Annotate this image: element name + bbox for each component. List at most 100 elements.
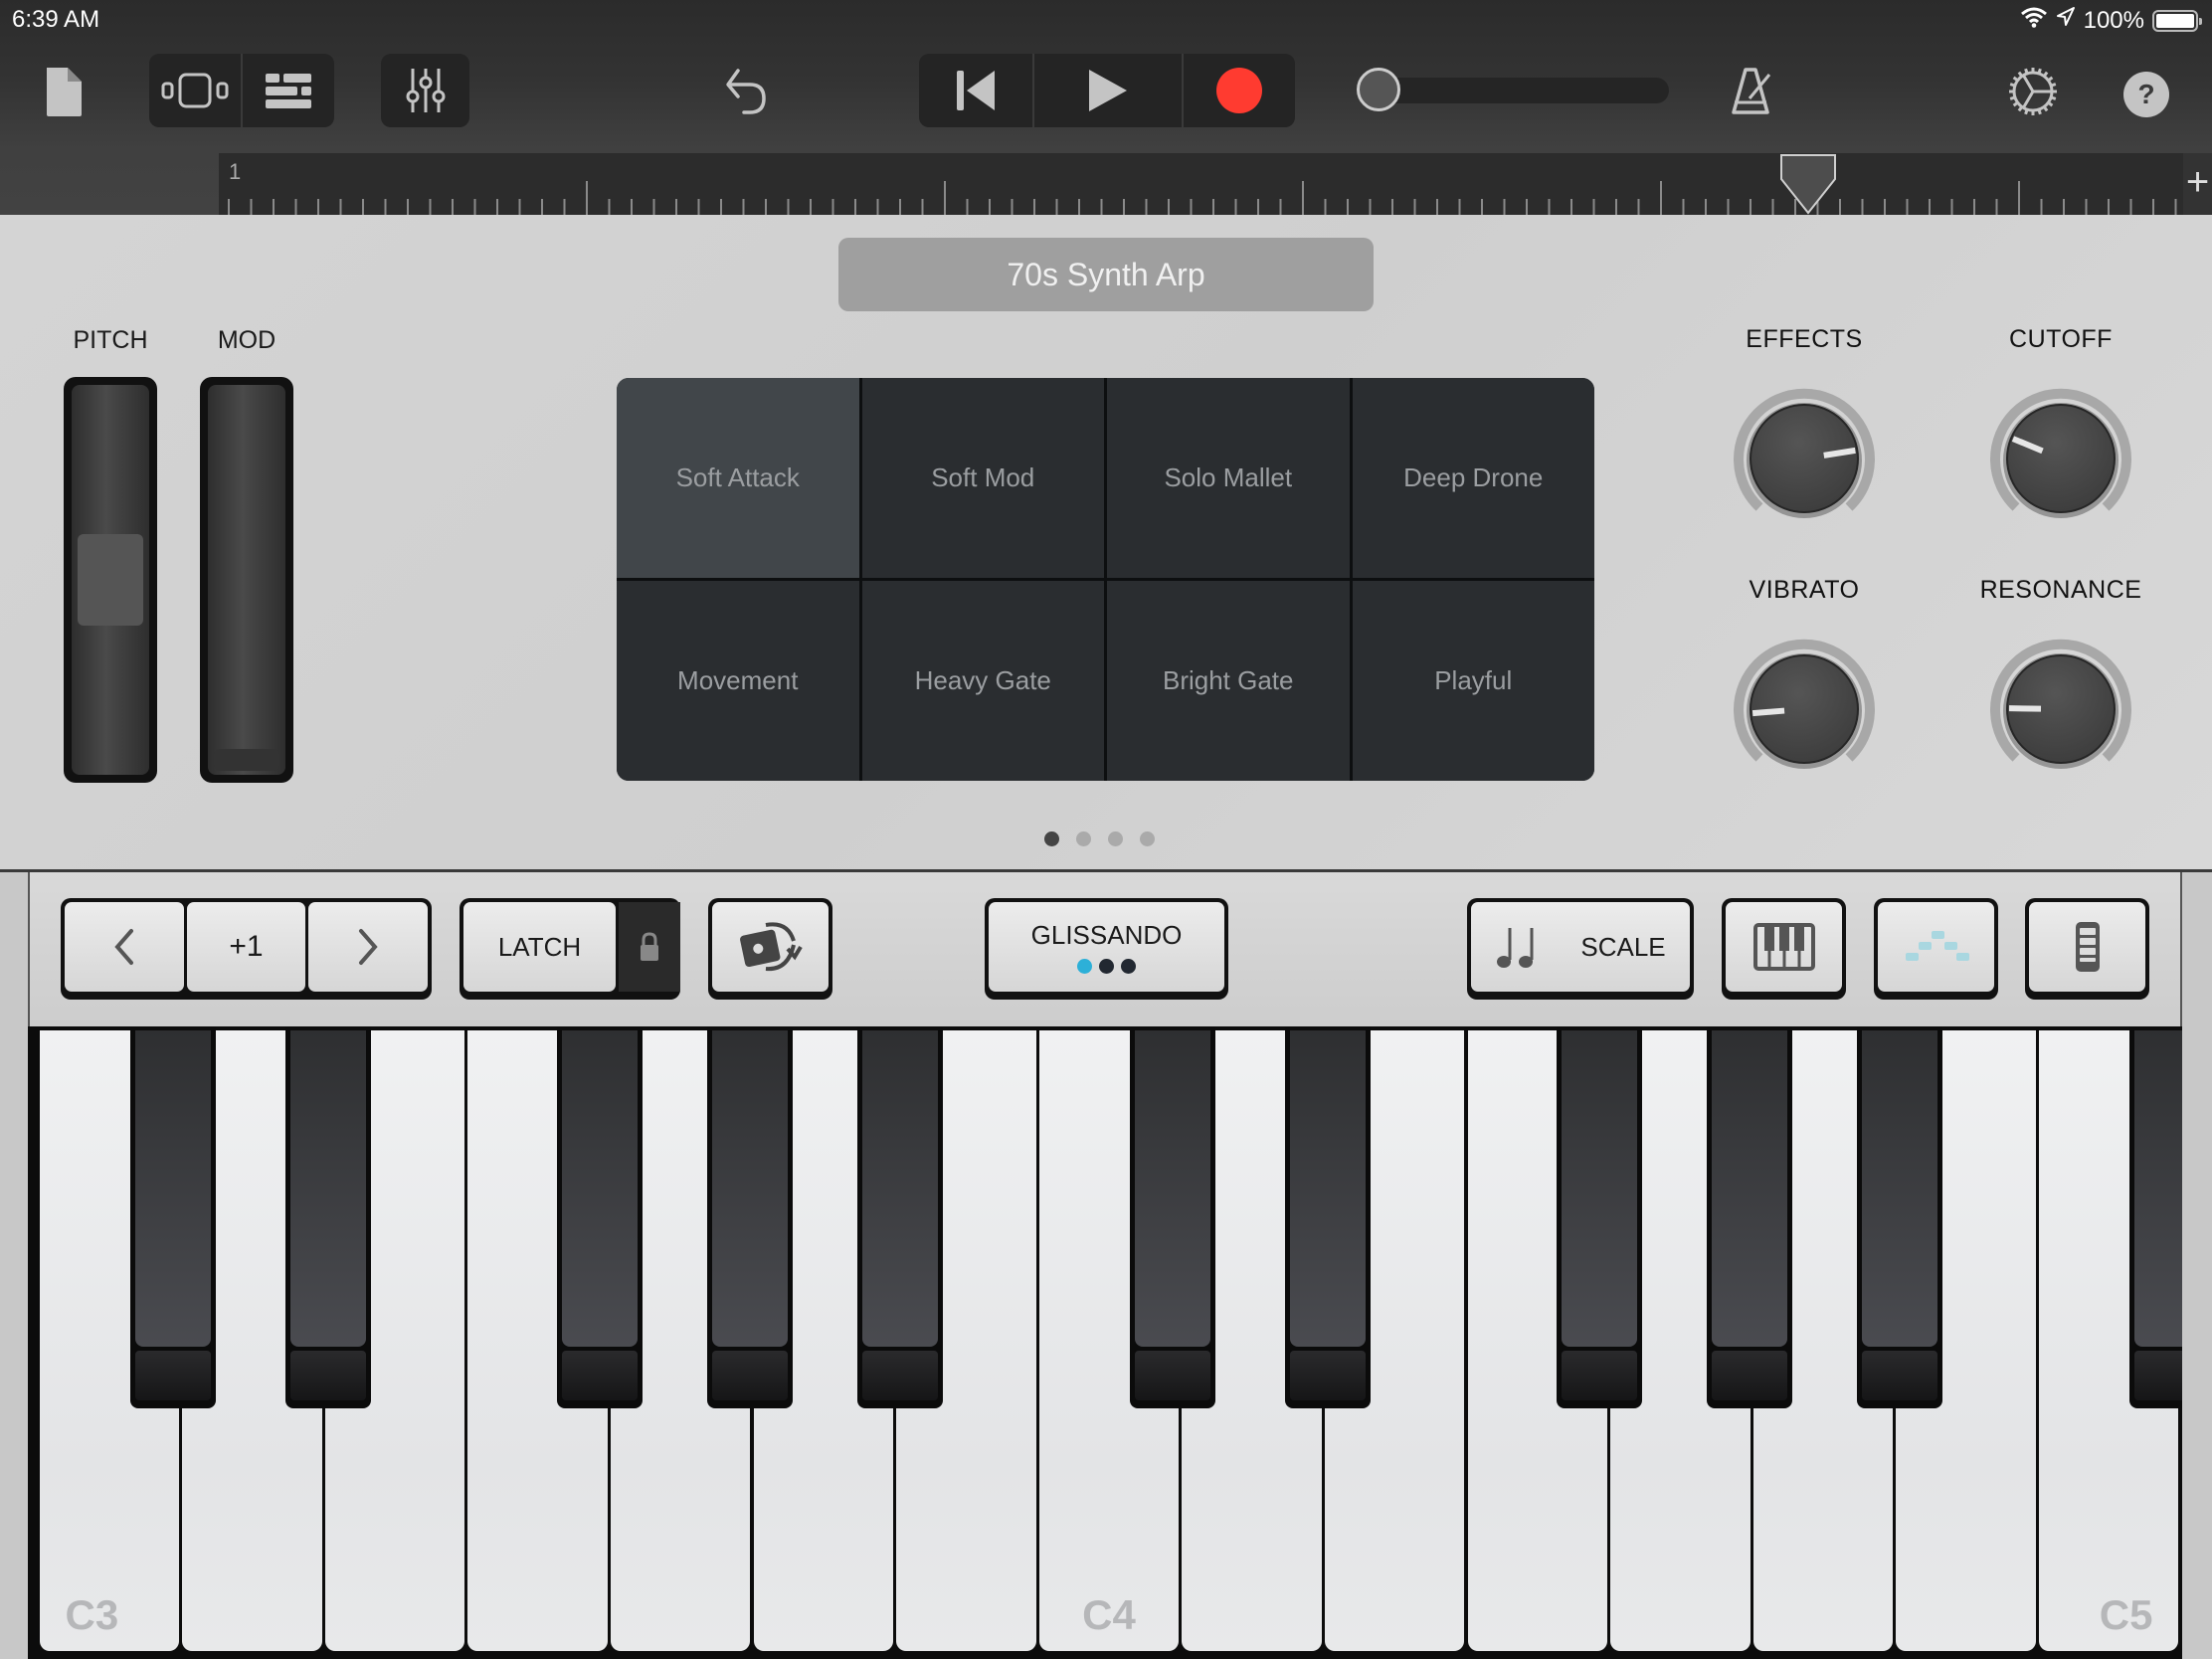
page-dot[interactable]	[1044, 831, 1059, 846]
black-key[interactable]	[2129, 1026, 2182, 1408]
pad-label: Soft Attack	[675, 462, 800, 492]
black-key[interactable]	[1857, 1026, 1943, 1408]
instrument-view-icon	[161, 73, 229, 108]
ruler-ticks	[228, 181, 2177, 215]
tracks-view-icon	[266, 74, 311, 108]
sound-pad[interactable]: Deep Drone	[1352, 378, 1594, 578]
octave-control: +1	[61, 898, 432, 1000]
latch-control: LATCH	[460, 898, 680, 1000]
chevron-left-icon	[114, 929, 133, 965]
go-to-beginning-button[interactable]	[919, 54, 1032, 127]
timeline-ruler[interactable]: 1	[219, 153, 2183, 215]
location-icon	[2056, 6, 2076, 35]
page-dot[interactable]	[1076, 831, 1091, 846]
page-dot[interactable]	[1140, 831, 1155, 846]
gear-icon	[2009, 68, 2057, 115]
record-button[interactable]	[1182, 54, 1295, 127]
glissando-button[interactable]: GLISSANDO	[985, 898, 1228, 1000]
pitch-wheel-thumb[interactable]	[78, 534, 143, 626]
mod-wheel[interactable]	[200, 377, 293, 783]
sound-pad[interactable]: Soft Attack	[617, 378, 859, 578]
sound-pad[interactable]: Soft Mod	[861, 378, 1104, 578]
scale-button[interactable]: SCALE	[1467, 898, 1694, 1000]
black-key[interactable]	[1707, 1026, 1793, 1408]
knob-graphic	[1734, 388, 1875, 518]
resonance-knob[interactable]	[1961, 612, 2160, 811]
black-key[interactable]	[1130, 1026, 1216, 1408]
page-indicator[interactable]	[1044, 831, 1155, 846]
pad-label: Deep Drone	[1403, 462, 1544, 492]
status-right: 100%	[2020, 6, 2202, 35]
sound-pad[interactable]: Heavy Gate	[861, 581, 1104, 781]
latch-button[interactable]: LATCH	[463, 902, 616, 992]
knob-body	[1750, 404, 1859, 513]
pad-label: Soft Mod	[931, 462, 1035, 492]
pitch-wheel[interactable]	[64, 377, 157, 783]
black-key[interactable]	[1285, 1026, 1372, 1408]
arpeggio-pattern-button[interactable]	[1874, 898, 1998, 1000]
effects-knob-group: EFFECTS	[1705, 325, 1904, 560]
black-key[interactable]	[285, 1026, 371, 1408]
selection-corner	[619, 520, 674, 576]
scale-label: SCALE	[1580, 931, 1666, 962]
black-key[interactable]	[707, 1026, 793, 1408]
metronome-icon	[1732, 68, 1771, 114]
help-button[interactable]: ?	[2120, 68, 2173, 121]
vibrato-knob-group: VIBRATO	[1705, 576, 1904, 811]
octave-label: C5	[2099, 1591, 2153, 1638]
instrument-view-button[interactable]	[149, 54, 241, 127]
transport-controls	[919, 54, 1295, 127]
help-icon: ?	[2123, 72, 2169, 117]
status-time: 6:39 AM	[12, 6, 100, 33]
tracks-view-button[interactable]	[241, 54, 334, 127]
cutoff-knob-label: CUTOFF	[2009, 325, 2113, 353]
playhead[interactable]	[1779, 153, 1837, 215]
effects-knob[interactable]	[1705, 361, 1904, 560]
black-key[interactable]	[557, 1026, 643, 1408]
sound-pad[interactable]: Movement	[617, 581, 859, 781]
sound-pad[interactable]: Bright Gate	[1107, 581, 1350, 781]
add-section-button[interactable]: +	[2183, 153, 2212, 215]
octave-down-button[interactable]	[65, 902, 184, 992]
wifi-icon	[2020, 6, 2048, 35]
mod-wheel-thumb[interactable]	[214, 749, 279, 771]
note-strips-button[interactable]	[2025, 898, 2149, 1000]
metronome-button[interactable]	[1725, 62, 1778, 121]
glissando-label: GLISSANDO	[1030, 920, 1183, 950]
pad-label: Movement	[677, 665, 799, 695]
octave-up-button[interactable]	[308, 902, 429, 992]
black-key[interactable]	[1557, 1026, 1643, 1408]
play-button[interactable]	[1032, 54, 1182, 127]
resonance-knob-label: RESONANCE	[1979, 576, 2142, 604]
my-songs-button[interactable]	[42, 62, 86, 121]
track-controls-button[interactable]	[381, 54, 469, 127]
glissando-mode-dot	[1121, 959, 1136, 974]
bar-number: 1	[229, 159, 242, 184]
cutoff-knob-group: CUTOFF	[1961, 325, 2160, 560]
master-volume-slider[interactable]	[1378, 78, 1669, 103]
black-key[interactable]	[857, 1026, 943, 1408]
master-volume-thumb[interactable]	[1357, 68, 1400, 111]
piano-keyboard: C3 C4 C5	[28, 1026, 2182, 1659]
preset-name-button[interactable]: 70s Synth Arp	[838, 238, 1374, 311]
note-strips-icon	[2075, 922, 2100, 972]
vibrato-knob[interactable]	[1705, 612, 1904, 811]
arpeggio-pattern-icon	[1905, 931, 1969, 961]
latch-lock[interactable]	[619, 902, 680, 992]
keyboard-mode-button[interactable]	[1722, 898, 1846, 1000]
arpeggiator-button[interactable]	[708, 898, 832, 1000]
knob-graphic	[1990, 388, 2131, 518]
play-icon	[1089, 70, 1127, 111]
undo-button[interactable]	[718, 62, 774, 121]
cutoff-knob[interactable]	[1961, 361, 2160, 560]
octave-value: +1	[186, 902, 306, 992]
lock-icon	[641, 932, 658, 961]
skip-back-icon	[957, 71, 995, 110]
sound-pad[interactable]: Playful	[1352, 581, 1594, 781]
glissando-mode-dot	[1099, 959, 1114, 974]
glissando-mode-dot	[1077, 959, 1092, 974]
sound-pad[interactable]: Solo Mallet	[1107, 378, 1350, 578]
page-dot[interactable]	[1108, 831, 1123, 846]
black-key[interactable]	[130, 1026, 216, 1408]
settings-button[interactable]	[2005, 62, 2061, 121]
